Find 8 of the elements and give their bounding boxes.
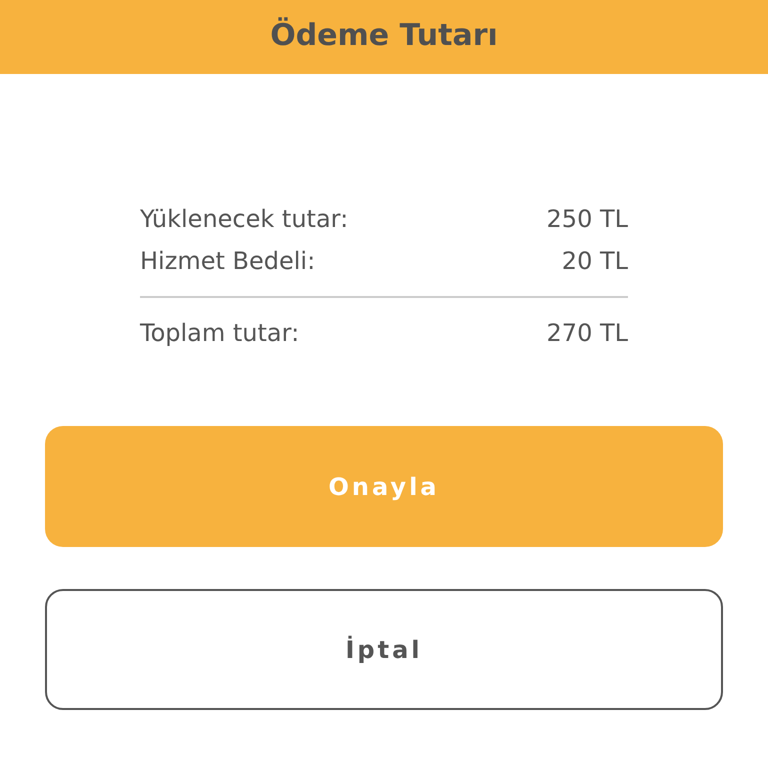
cancel-button[interactable]: İptal [45, 589, 723, 710]
amount-label: Hizmet Bedeli: [140, 246, 316, 277]
amount-value: 20 TL [562, 246, 628, 277]
amount-value: 270 TL [546, 318, 628, 349]
amount-value: 250 TL [546, 204, 628, 235]
amount-label: Yüklenecek tutar: [140, 204, 348, 235]
header-title: Ödeme Tutarı [270, 18, 498, 54]
amount-label: Toplam tutar: [140, 318, 300, 349]
